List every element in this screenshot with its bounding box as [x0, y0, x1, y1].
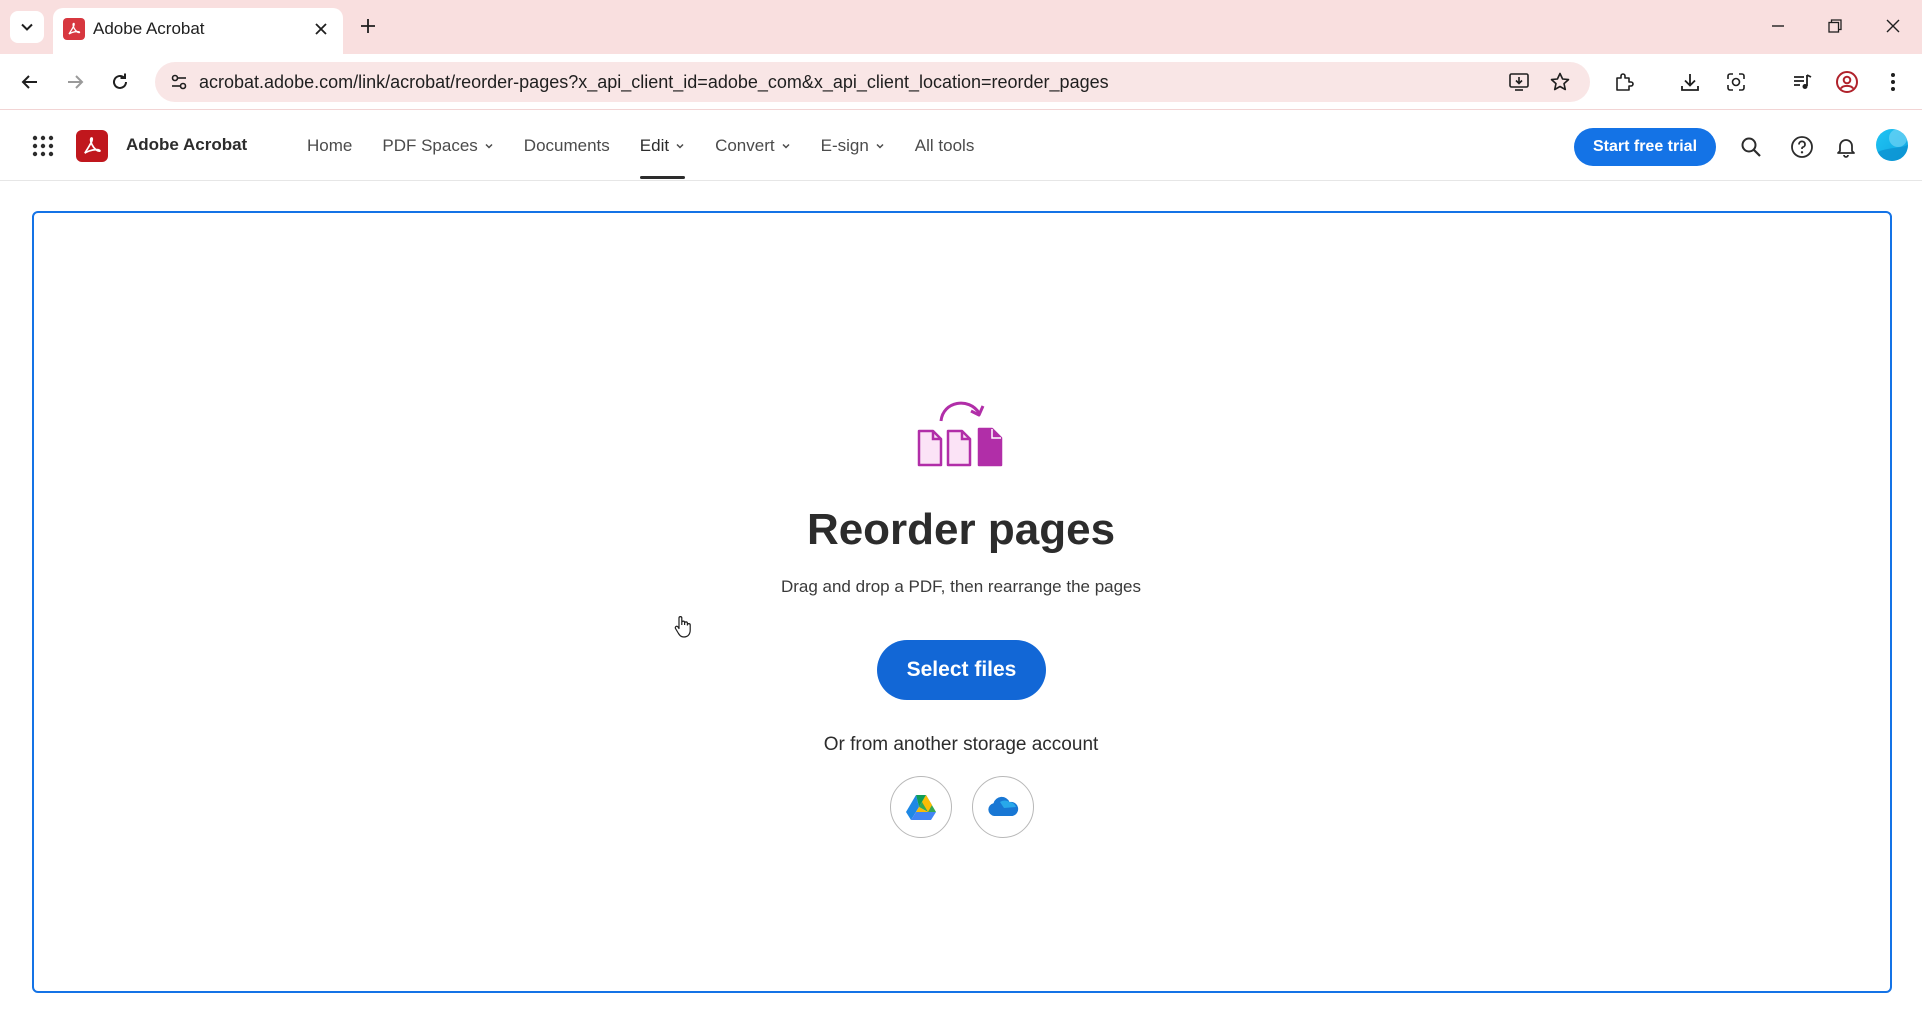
- search-icon[interactable]: [1735, 131, 1767, 163]
- reorder-pages-icon: [917, 401, 1003, 467]
- notifications-bell-icon[interactable]: [1830, 131, 1862, 163]
- restore-icon: [1828, 19, 1842, 33]
- chevron-down-icon: [781, 141, 791, 151]
- brand-name[interactable]: Adobe Acrobat: [126, 135, 247, 155]
- chevron-down-icon: [675, 141, 685, 151]
- app-switcher-grid-icon[interactable]: [28, 131, 58, 161]
- nav-convert-label: Convert: [715, 136, 775, 155]
- back-button[interactable]: [14, 66, 46, 98]
- browser-tab[interactable]: Adobe Acrobat: [53, 8, 343, 54]
- hand-cursor-icon: [674, 616, 691, 638]
- screenshot-lens-icon[interactable]: [1720, 66, 1752, 98]
- nav-e-sign[interactable]: E-sign: [821, 111, 885, 181]
- plus-icon: [361, 19, 375, 33]
- tab-search-button[interactable]: [10, 11, 44, 43]
- chevron-down-icon: [21, 23, 33, 31]
- nav-convert[interactable]: Convert: [715, 111, 791, 181]
- browser-menu-icon[interactable]: [1877, 66, 1909, 98]
- chevron-down-icon: [875, 141, 885, 151]
- arrow-left-icon: [21, 75, 37, 89]
- nav-documents[interactable]: Documents: [524, 111, 610, 181]
- restore-button[interactable]: [1820, 12, 1850, 40]
- reload-button[interactable]: [104, 66, 136, 98]
- install-app-icon[interactable]: [1505, 68, 1533, 96]
- page-subtitle: Drag and drop a PDF, then rearrange the …: [780, 577, 1142, 596]
- acrobat-logo-icon[interactable]: [76, 130, 108, 162]
- extensions-icon[interactable]: [1608, 66, 1640, 98]
- arrow-right-icon: [68, 75, 84, 89]
- nav-pdf-spaces-label: PDF Spaces: [382, 136, 478, 155]
- nav-edit[interactable]: Edit: [639, 111, 686, 181]
- nav-e-sign-label: E-sign: [820, 136, 869, 155]
- onedrive-icon: [988, 796, 1019, 816]
- bookmark-star-icon[interactable]: [1546, 68, 1574, 96]
- google-drive-icon: [906, 795, 936, 820]
- nav-home-label: Home: [307, 136, 353, 155]
- address-bar[interactable]: acrobat.adobe.com/link/acrobat/reorder-p…: [155, 62, 1590, 102]
- new-tab-button[interactable]: [354, 12, 382, 40]
- nav-documents-label: Documents: [523, 136, 610, 155]
- minimize-button[interactable]: [1763, 12, 1793, 40]
- profile-icon[interactable]: [1831, 66, 1863, 98]
- app-header: Adobe Acrobat Home PDF Spaces Documents …: [0, 111, 1922, 181]
- storage-account-label: Or from another storage account: [823, 734, 1099, 755]
- nav-pdf-spaces[interactable]: PDF Spaces: [382, 111, 493, 181]
- help-icon[interactable]: [1786, 131, 1818, 163]
- file-drop-zone[interactable]: [32, 211, 1892, 993]
- nav-all-tools-label: All tools: [914, 136, 975, 155]
- forward-button[interactable]: [59, 66, 91, 98]
- close-icon: [1886, 19, 1900, 33]
- google-drive-button[interactable]: [890, 776, 952, 838]
- page-title: Reorder pages: [806, 505, 1116, 554]
- start-free-trial-button[interactable]: Start free trial: [1574, 128, 1716, 166]
- select-files-button[interactable]: Select files: [877, 640, 1046, 700]
- browser-tab-strip: Adobe Acrobat: [0, 0, 1922, 54]
- chevron-down-icon: [484, 141, 494, 151]
- nav-home[interactable]: Home: [307, 111, 352, 181]
- url-text: acrobat.adobe.com/link/acrobat/reorder-p…: [199, 72, 1109, 92]
- user-avatar[interactable]: [1876, 129, 1908, 161]
- browser-toolbar: acrobat.adobe.com/link/acrobat/reorder-p…: [0, 54, 1922, 110]
- nav-edit-label: Edit: [639, 136, 670, 155]
- close-window-button[interactable]: [1878, 12, 1908, 40]
- nav-all-tools[interactable]: All tools: [915, 111, 975, 181]
- minimize-icon: [1772, 25, 1784, 27]
- reload-icon: [113, 73, 127, 89]
- media-control-icon[interactable]: [1786, 66, 1818, 98]
- tab-close-icon[interactable]: [309, 17, 333, 41]
- acrobat-favicon-icon: [63, 18, 85, 40]
- site-info-icon[interactable]: [163, 66, 195, 98]
- main-nav: Home PDF Spaces Documents Edit Convert E…: [307, 111, 1004, 181]
- downloads-icon[interactable]: [1674, 66, 1706, 98]
- tab-title: Adobe Acrobat: [93, 19, 205, 38]
- onedrive-button[interactable]: [972, 776, 1034, 838]
